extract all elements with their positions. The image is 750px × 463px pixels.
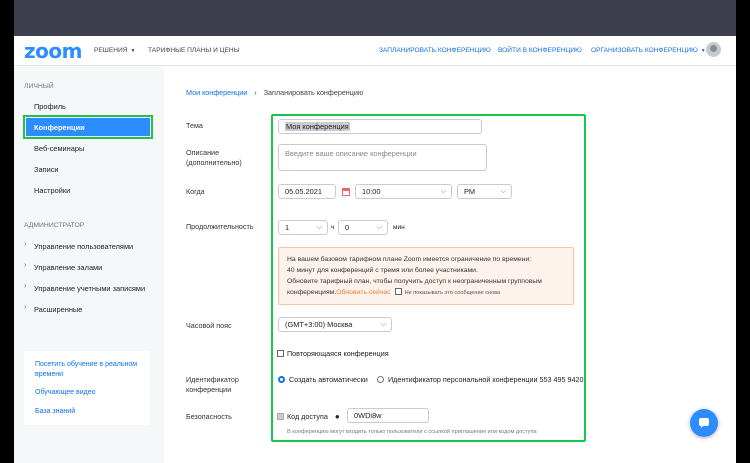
duration-minutes-select[interactable]: 0 ⌵: [338, 220, 388, 235]
time-value: 10:00: [362, 187, 381, 196]
hours-unit: ч: [331, 224, 335, 231]
description-label: Описание (дополнительно): [186, 148, 242, 167]
notice-line-2: 40 минут для конференций с тремя или бол…: [287, 267, 478, 274]
date-input[interactable]: 05.05.2021: [278, 184, 336, 199]
sidebar-item-account-management[interactable]: Управление учетными записями: [34, 284, 145, 293]
chevron-down-icon: ▼: [700, 48, 706, 54]
chevron-down-icon: ⌵: [440, 188, 446, 195]
topic-value: Моя конференция: [285, 122, 350, 131]
sidebar-item-advanced[interactable]: Расширенные: [34, 305, 82, 314]
description-textarea[interactable]: Введите ваше описание конференции I: [278, 144, 487, 171]
avatar[interactable]: [706, 42, 721, 57]
passcode-row: Код доступа ●: [277, 412, 340, 421]
ampm-select[interactable]: PM ⌵: [457, 184, 512, 199]
breadcrumb-current: Запланировать конференцию: [263, 88, 364, 97]
meeting-id-personal-label: Идентификатор персональной конференции 5…: [388, 375, 584, 384]
meeting-id-personal-option[interactable]: Идентификатор персональной конференции 5…: [377, 375, 584, 384]
dont-show-again-label: Не показывать это сообщение снова: [404, 290, 501, 296]
breadcrumb-separator: ›: [254, 88, 257, 97]
chat-support-button[interactable]: [690, 409, 718, 437]
main-content: Мои конференции › Запланировать конферен…: [164, 67, 736, 463]
info-icon: ●: [334, 412, 340, 421]
topic-label: Тема: [186, 121, 203, 130]
when-label: Когда: [186, 187, 205, 196]
notice-line-3: Обновите тарифный план, чтобы получить д…: [287, 278, 542, 285]
sidebar-heading-personal: ЛИЧНЫЙ: [24, 83, 54, 90]
radio-auto-selected[interactable]: [278, 376, 285, 383]
site-header: zoom РЕШЕНИЯ ▼ ТАРИФНЫЕ ПЛАНЫ И ЦЕНЫ ЗАПЛ…: [14, 36, 736, 66]
minutes-unit: мин: [393, 224, 405, 231]
nav-solutions[interactable]: РЕШЕНИЯ ▼: [94, 47, 135, 54]
text-cursor-icon: I: [382, 154, 384, 161]
passcode-checkbox[interactable]: [277, 413, 284, 420]
sidebar-item-settings[interactable]: Настройки: [34, 186, 70, 195]
chevron-right-icon: ›: [24, 304, 27, 311]
sidebar-item-webinars[interactable]: Веб-семинары: [34, 144, 84, 153]
breadcrumb-my-meetings[interactable]: Мои конференции: [186, 88, 247, 97]
breadcrumb: Мои конференции › Запланировать конферен…: [186, 88, 363, 97]
time-select[interactable]: 10:00 ⌵: [355, 184, 452, 199]
calendar-icon[interactable]: [342, 188, 350, 196]
ampm-value: PM: [464, 187, 476, 196]
duration-label: Продолжительность: [186, 222, 254, 231]
app-frame: zoom РЕШЕНИЯ ▼ ТАРИФНЫЕ ПЛАНЫ И ЦЕНЫ ЗАПЛ…: [14, 0, 736, 463]
meeting-id-auto-label: Создать автоматически: [289, 375, 368, 384]
window-top-bar: [14, 0, 736, 36]
security-label: Безопасность: [186, 412, 232, 421]
nav-join-meeting[interactable]: ВОЙТИ В КОНФЕРЕНЦИЮ: [498, 47, 582, 54]
timezone-select[interactable]: (GMT+3:00) Москва ⌵: [278, 317, 392, 332]
upgrade-now-link[interactable]: Обновить сейчас: [336, 289, 390, 296]
meeting-id-label: Идентификатор конференции: [186, 375, 239, 394]
meeting-id-auto-option[interactable]: Создать автоматически: [278, 375, 368, 384]
duration-hours-value: 1: [285, 223, 290, 232]
recurring-checkbox[interactable]: [277, 350, 284, 357]
timezone-label: Часовой пояс: [186, 321, 232, 330]
recurring-label: Повторяющаяся конференция: [287, 349, 389, 358]
link-live-training[interactable]: Посетить обучение в реальном времени: [35, 360, 145, 380]
sidebar-item-room-management[interactable]: Управление залами: [34, 263, 102, 272]
nav-host-meeting[interactable]: ОРГАНИЗОВАТЬ КОНФЕРЕНЦИЮ ▼: [591, 47, 706, 54]
recurring-row: Повторяющаяся конференция: [277, 349, 389, 358]
sidebar-item-meetings[interactable]: Конференции: [23, 115, 153, 139]
zoom-logo[interactable]: zoom: [24, 39, 82, 63]
chevron-down-icon: ⌵: [316, 224, 322, 231]
plan-limit-notice: На вашем базовом тарифном плане Zoom име…: [278, 247, 574, 305]
passcode-label: Код доступа: [287, 412, 328, 421]
radio-personal[interactable]: [377, 376, 384, 383]
chat-bubble-icon: [699, 418, 709, 428]
topic-input[interactable]: Моя конференция: [278, 119, 482, 134]
chevron-down-icon: ⌵: [500, 188, 506, 195]
chevron-right-icon: ›: [24, 241, 27, 248]
chevron-down-icon: ⌵: [380, 321, 386, 328]
duration-hours-select[interactable]: 1 ⌵: [278, 220, 328, 235]
sidebar-links-panel: Посетить обучение в реальном времени Обу…: [24, 351, 150, 425]
notice-line-1: На вашем базовом тарифном плане Zoom име…: [287, 256, 532, 263]
nav-plans[interactable]: ТАРИФНЫЕ ПЛАНЫ И ЦЕНЫ: [148, 47, 240, 54]
sidebar-item-recordings[interactable]: Записи: [34, 165, 59, 174]
duration-minutes-value: 0: [345, 223, 350, 232]
notice-line-4: конференциям.: [287, 289, 337, 296]
sidebar-item-user-management[interactable]: Управление пользователями: [34, 242, 133, 251]
timezone-value: (GMT+3:00) Москва: [285, 320, 353, 329]
chevron-down-icon: ▼: [130, 48, 136, 54]
nav-schedule-meeting[interactable]: ЗАПЛАНИРОВАТЬ КОНФЕРЕНЦИЮ: [379, 47, 491, 54]
passcode-input[interactable]: 0WDi8w: [347, 408, 429, 423]
chevron-right-icon: ›: [24, 262, 27, 269]
chevron-right-icon: ›: [24, 283, 27, 290]
passcode-hint: В конференцию могут входить только польз…: [287, 429, 537, 435]
description-placeholder: Введите ваше описание конференции: [285, 149, 417, 158]
dont-show-again-checkbox[interactable]: [394, 288, 402, 295]
link-video-tutorials[interactable]: Обучающее видео: [35, 388, 96, 398]
chevron-down-icon: ⌵: [376, 224, 382, 231]
link-knowledge-base[interactable]: База знаний: [35, 407, 75, 417]
schedule-form-highlight: Моя конференция Введите ваше описание ко…: [271, 114, 586, 442]
sidebar-heading-admin: АДМИНИСТРАТОР: [24, 222, 85, 229]
sidebar-item-profile[interactable]: Профиль: [34, 102, 66, 111]
